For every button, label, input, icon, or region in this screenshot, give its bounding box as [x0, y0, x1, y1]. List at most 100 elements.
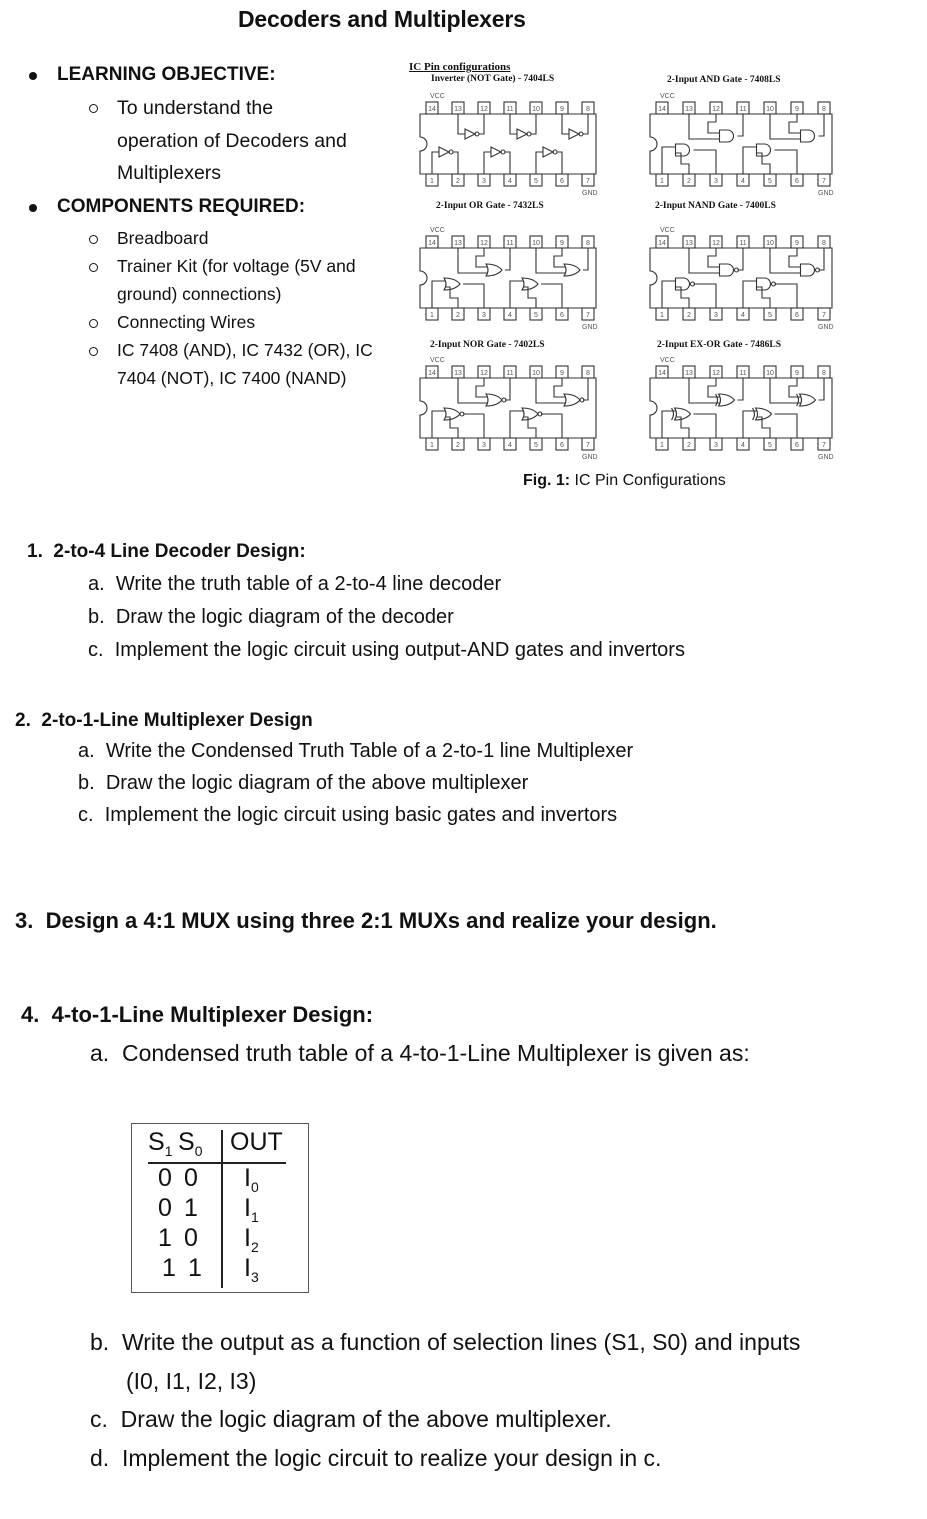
wire [688, 378, 744, 404]
pin-number: 10 [766, 106, 774, 113]
pin-number: 11 [739, 370, 746, 377]
wire [688, 114, 744, 140]
section-4-number: 4. [21, 1002, 40, 1027]
section-2-heading: 2. 2-to-1-Line Multiplexer Design [15, 710, 313, 732]
nand-gate-icon [674, 277, 696, 291]
ic-diagram-7404: VCC14 13 12 11 10 9 81 2 3 4 5 6 7GND [419, 93, 598, 196]
pin-number: 9 [795, 240, 799, 247]
pin-number: 8 [822, 240, 826, 247]
nor-gate-icon [520, 407, 543, 421]
gnd-label: GND [582, 190, 598, 196]
vcc-label: VCC [430, 227, 445, 234]
vcc-label: VCC [430, 357, 445, 364]
xor-gate-icon [796, 393, 817, 407]
ic-package [419, 101, 597, 187]
nand-gate-icon [755, 277, 777, 291]
section-2-item-c: c. Implement the logic circuit using bas… [78, 804, 618, 826]
section-1-item-c: c. Implement the logic circuit using out… [88, 639, 685, 661]
page-title: Decoders and Multiplexers [238, 6, 526, 32]
objective-line-3: Multiplexers [117, 162, 222, 184]
cell-s1: 1 [158, 1224, 172, 1252]
sub-bullet-icon [89, 347, 98, 356]
pin-number: 2 [687, 442, 691, 449]
component-breadboard: Breadboard [117, 228, 209, 248]
pin-number: 5 [534, 442, 538, 449]
pin-number: 3 [714, 178, 718, 185]
pin-number: 13 [454, 106, 462, 113]
pin-number: 3 [482, 312, 486, 319]
section-2-item-a: a. Write the Condensed Truth Table of a … [78, 740, 634, 762]
pin-number: 2 [456, 312, 460, 319]
ic-label-7402: 2-Input NOR Gate - 7402LS [430, 340, 545, 350]
pin-number: 7 [822, 442, 826, 449]
nor-gate-icon [484, 393, 507, 407]
section-2-item-b: b. Draw the logic diagram of the above m… [78, 772, 529, 794]
pin-number: 3 [714, 312, 718, 319]
pin-number: 8 [586, 370, 590, 377]
pin-number: 7 [586, 312, 590, 319]
pin-number: 5 [768, 312, 772, 319]
sub-bullet-icon [89, 235, 98, 244]
vcc-label: VCC [660, 357, 675, 364]
pin-number: 2 [687, 178, 691, 185]
cell-s1: 1 [162, 1254, 176, 1282]
cell-s0: 1 [184, 1194, 198, 1222]
pin-number: 5 [534, 312, 538, 319]
figure-heading: IC Pin configurations [409, 61, 511, 73]
section-4-item-a: a. Condensed truth table of a 4-to-1-Lin… [90, 1040, 750, 1066]
pin-number: 6 [795, 178, 799, 185]
pin-number: 3 [482, 442, 486, 449]
ic-package [649, 365, 833, 451]
pin-number: 11 [506, 106, 513, 113]
not-gate-icon [490, 146, 506, 158]
section-3-title: Design a 4:1 MUX using three 2:1 MUXs an… [45, 908, 717, 933]
section-3-heading: 3. Design a 4:1 MUX using three 2:1 MUXs… [15, 908, 717, 934]
components-heading: COMPONENTS REQUIRED: [57, 196, 306, 217]
pin-number: 7 [822, 178, 826, 185]
pin-number: 3 [714, 442, 718, 449]
pin-number: 13 [685, 240, 693, 247]
ic-diagram-7432: VCC14 13 12 11 10 9 81 2 3 4 5 6 7GND [419, 227, 598, 331]
ic-diagram-7486: VCC14 13 12 11 10 9 81 2 3 4 5 6 7GND [649, 357, 834, 461]
wire [509, 114, 537, 135]
component-trainer-line-1: Trainer Kit (for voltage (5V and [117, 256, 356, 276]
table-column-rule [221, 1130, 223, 1288]
nor-gate-icon [562, 393, 585, 407]
pin-number: 1 [660, 442, 664, 449]
figure-caption-text: IC Pin Configurations [570, 472, 726, 489]
pin-number: 12 [480, 106, 488, 113]
pin-number: 6 [795, 442, 799, 449]
wire [561, 114, 589, 135]
section-3-number: 3. [15, 908, 34, 933]
not-gate-icon [516, 128, 532, 140]
ic-diagram-7408: VCC14 13 12 11 10 9 81 2 3 4 5 6 7GND [649, 93, 834, 197]
pin-number: 5 [768, 442, 772, 449]
vcc-label: VCC [660, 227, 675, 234]
section-1-heading: 1. 2-to-4 Line Decoder Design: [27, 541, 306, 563]
vcc-label: VCC [660, 93, 675, 100]
section-4-item-b-cont: (I0, I1, I2, I3) [126, 1368, 257, 1394]
vcc-label: VCC [430, 93, 445, 100]
pin-number: 9 [560, 240, 564, 247]
pin-number: 12 [712, 370, 720, 377]
section-1-item-b: b. Draw the logic diagram of the decoder [88, 606, 454, 628]
pin-number: 9 [795, 106, 799, 113]
pin-number: 7 [586, 178, 590, 185]
pin-number: 4 [508, 178, 512, 185]
pin-number: 2 [456, 442, 460, 449]
pin-number: 4 [741, 178, 745, 185]
cell-s0: 0 [184, 1224, 198, 1252]
pin-number: 4 [508, 442, 512, 449]
wire [457, 114, 485, 135]
nand-gate-icon [799, 263, 821, 277]
wire [509, 410, 563, 438]
cell-s1: 0 [158, 1164, 172, 1192]
ic-label-7432: 2-Input OR Gate - 7432LS [436, 201, 544, 211]
pin-number: 1 [430, 178, 434, 185]
pin-number: 10 [766, 240, 774, 247]
pin-number: 11 [506, 370, 513, 377]
pin-number: 7 [822, 312, 826, 319]
pin-number: 9 [560, 106, 564, 113]
pin-number: 11 [506, 240, 513, 247]
component-trainer-line-2: ground) connections) [117, 284, 282, 304]
